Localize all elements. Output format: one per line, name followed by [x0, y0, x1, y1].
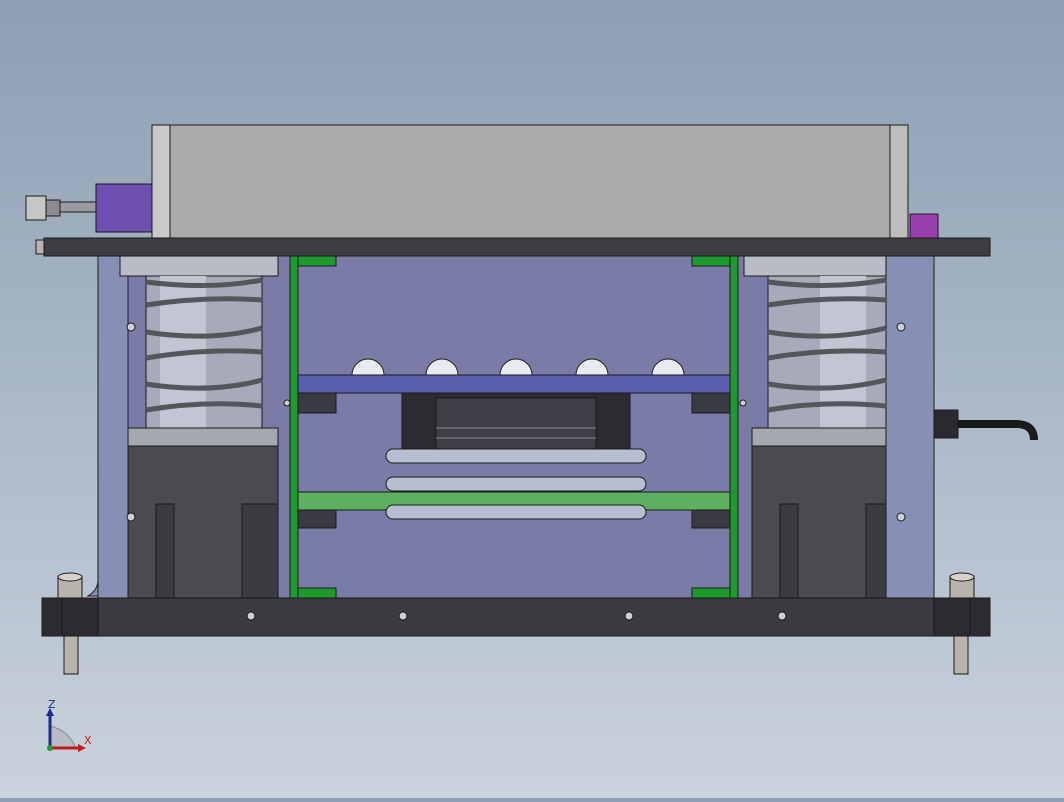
axis-triad-icon: [46, 708, 86, 752]
purple-block: [95, 183, 153, 233]
leg-right: [953, 629, 969, 675]
leg-left: [63, 629, 79, 675]
base-end-right: [933, 597, 991, 637]
triad-z-label: Z: [48, 698, 56, 711]
top-enclosure: [151, 124, 909, 239]
slot-top: [385, 448, 647, 464]
green-frame-left-post: [289, 255, 299, 599]
magenta-block: [909, 213, 939, 239]
side-panel-right: [885, 255, 935, 599]
cable-connector: [933, 409, 959, 439]
top-plate: [43, 237, 991, 257]
slot-middle: [385, 476, 647, 492]
adjuster-nut: [25, 195, 47, 221]
green-frame-right-post: [729, 255, 739, 599]
cable: [958, 420, 1038, 441]
cad-viewport[interactable]: Z X: [0, 0, 1064, 798]
spring-cap-left: [119, 255, 279, 277]
triad-x-label: X: [84, 734, 92, 747]
assembly-model[interactable]: [0, 0, 1064, 798]
base-plate: [41, 597, 991, 637]
blue-plate: [297, 374, 731, 394]
spring-cap-right: [743, 255, 887, 277]
base-end-left: [41, 597, 99, 637]
adjuster-screw: [59, 201, 97, 213]
orientation-triad: Z X: [38, 696, 98, 756]
slot-bottom: [385, 504, 647, 520]
